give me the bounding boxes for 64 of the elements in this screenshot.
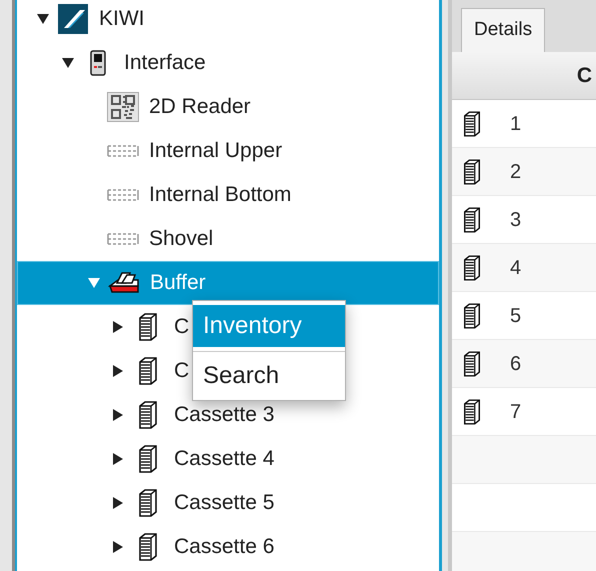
tree-item[interactable]: Cassette 5 [17,481,274,525]
collapsed-arrow-icon[interactable] [112,365,124,377]
tree-item-label: Cassette 6 [174,534,274,560]
table-row[interactable]: 2 [452,148,596,196]
cassette-icon [462,254,482,282]
table-cell-text: 5 [510,304,522,328]
logo-icon [58,4,88,34]
table-row[interactable]: 4 [452,244,596,292]
qr-code-icon [107,92,139,122]
table-cell-text: 1 [510,112,522,136]
rack-icon [107,188,139,202]
cassette-icon [137,356,159,386]
collapsed-arrow-icon[interactable] [112,409,124,421]
tree-item[interactable]: Shovel [17,217,214,261]
rack-icon [107,144,139,158]
cassette-icon [137,312,159,342]
cassette-icon [137,532,159,562]
tree-item-label: Shovel [149,226,214,252]
tree-item[interactable]: C [17,349,190,393]
card-tray-icon [108,270,140,296]
tree-item[interactable]: Internal Bottom [17,173,292,217]
table-row[interactable]: 6 [452,340,596,388]
collapsed-arrow-icon[interactable] [112,497,124,509]
tree-item[interactable]: Cassette 6 [17,525,274,569]
tree-item[interactable]: Interface [17,41,206,85]
tree-item-label: Internal Upper [149,138,282,164]
tree-item[interactable]: KIWI [17,0,144,41]
tree-item-label: 2D Reader [149,94,251,120]
cassette-icon [462,158,482,186]
tab[interactable]: Details [461,8,546,52]
tree-item-label: Cassette 3 [174,402,274,428]
tree-item-label: Buffer [150,270,206,296]
cassette-icon [462,302,482,330]
rack-icon [107,232,139,246]
tree-item-label: Interface [124,50,206,76]
collapsed-arrow-icon[interactable] [112,541,124,553]
cassette-icon [137,488,159,518]
table-cell-text: 2 [510,160,522,184]
table-cell-text: 6 [510,352,522,376]
cassette-icon [137,444,159,474]
cassette-icon [462,350,482,378]
collapsed-arrow-icon[interactable] [112,321,124,333]
table-cell-text: 7 [510,400,522,424]
expanded-arrow-icon[interactable] [37,13,49,25]
tree-item[interactable]: Internal Upper [17,129,282,173]
cassette-icon [462,398,482,426]
tree-item[interactable]: 2D Reader [17,85,251,129]
tree-item[interactable]: Cassette 4 [17,437,274,481]
tree-item-label: KIWI [99,6,144,32]
collapsed-arrow-icon[interactable] [112,453,124,465]
tree-item[interactable]: C [17,305,190,349]
cassette-icon [462,206,482,234]
tree-item-label: Cassette 5 [174,490,274,516]
device-icon [90,50,106,76]
tree-item-label: C [174,358,190,384]
column-header[interactable]: C [576,60,592,92]
table-cell-text: 4 [510,256,522,280]
cassette-icon [462,110,482,138]
table-cell-text: 3 [510,208,522,232]
cassette-icon [137,400,159,430]
tree-item-label: C [174,314,190,340]
tree-item-label: Internal Bottom [149,182,292,208]
expanded-arrow-icon[interactable] [62,57,74,69]
tree-item-label: Cassette 4 [174,446,274,472]
